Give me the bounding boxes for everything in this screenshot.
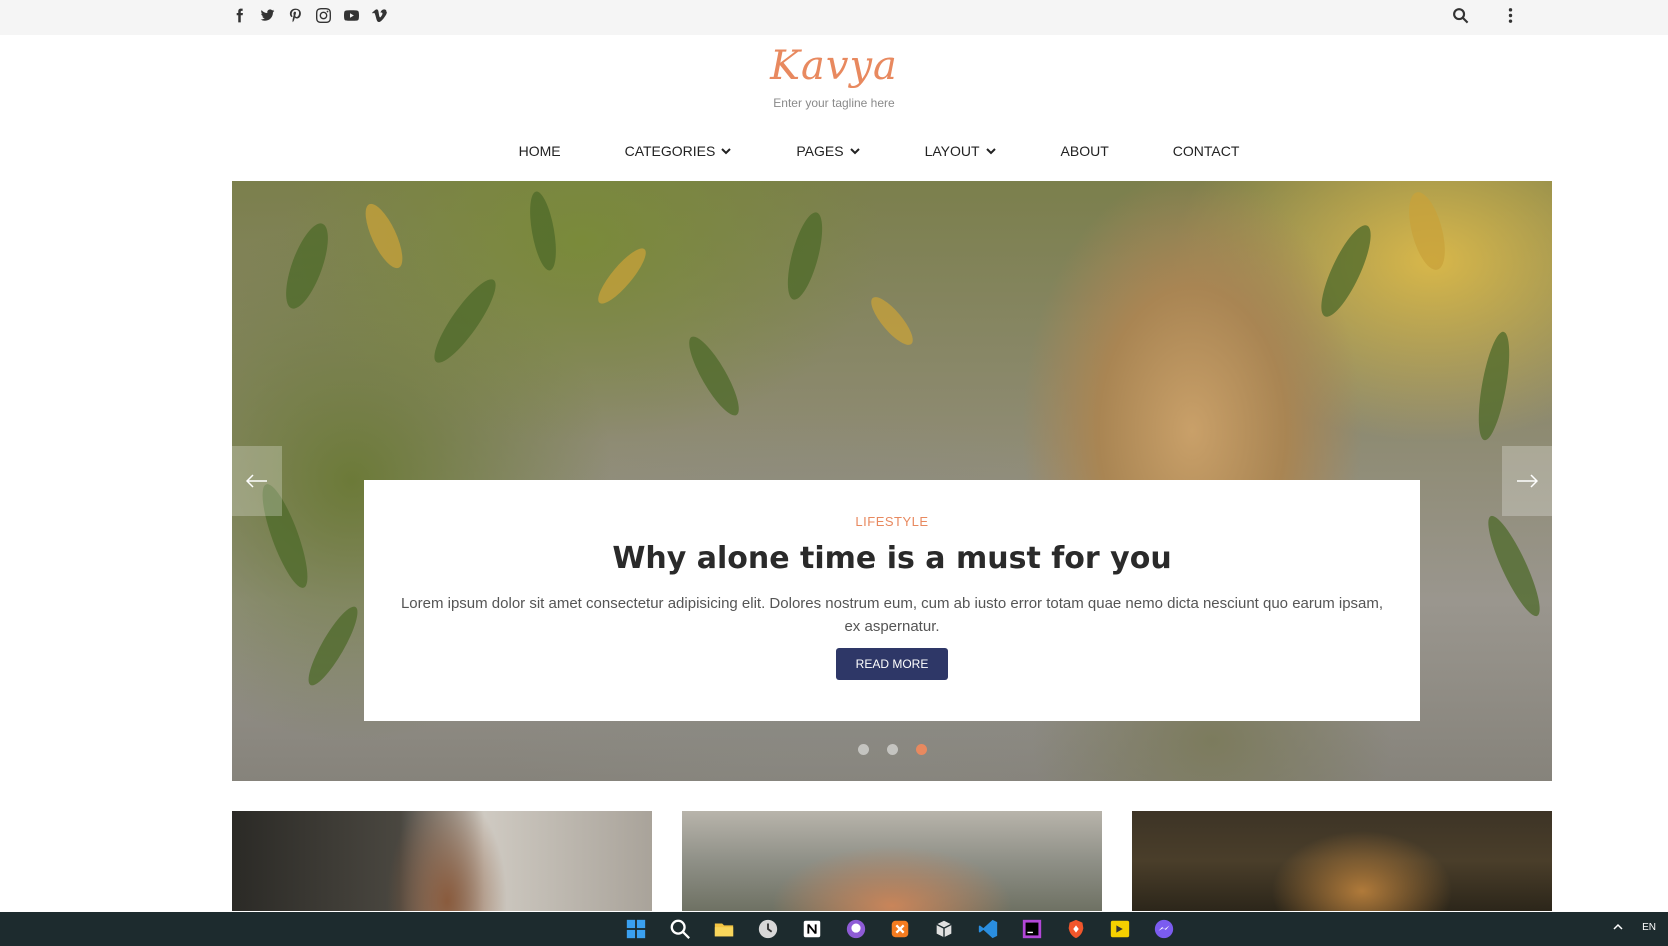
post-thumbnail[interactable] — [232, 811, 652, 911]
slider-next-button[interactable] — [1502, 446, 1552, 516]
post-thumbnail[interactable] — [1132, 811, 1552, 911]
site-branding: Kavya Enter your tagline here — [0, 40, 1668, 110]
hero-slider: LIFESTYLE Why alone time is a must for y… — [232, 181, 1552, 781]
main-navigation: HOME CATEGORIES PAGES LAYOUT ABOUT CONTA… — [0, 143, 1668, 159]
nav-item-label: LAYOUT — [924, 143, 980, 159]
youtube-icon[interactable] — [342, 6, 360, 24]
more-vertical-icon[interactable] — [1500, 5, 1520, 25]
chevron-down-icon — [985, 148, 996, 155]
top-bar — [0, 0, 1668, 35]
social-links — [230, 6, 388, 24]
nav-item-label: PAGES — [796, 143, 844, 159]
chevron-down-icon — [849, 148, 860, 155]
phpstorm-icon[interactable] — [1020, 917, 1044, 941]
post-excerpt: Lorem ipsum dolor sit amet consectetur a… — [400, 595, 1384, 635]
nav-item-label: CONTACT — [1172, 143, 1240, 159]
post-thumbnail[interactable] — [682, 811, 1102, 911]
os-taskbar: EN — [0, 912, 1668, 946]
pinterest-icon[interactable] — [286, 6, 304, 24]
slider-dot[interactable] — [886, 744, 898, 755]
hero-post-card: LIFESTYLE Why alone time is a must for y… — [364, 480, 1420, 721]
arrow-left-icon — [246, 474, 267, 488]
player-icon[interactable] — [1108, 917, 1132, 941]
instagram-icon[interactable] — [314, 6, 332, 24]
search-icon[interactable] — [668, 917, 692, 941]
twitter-icon[interactable] — [258, 6, 276, 24]
windows-start-icon[interactable] — [624, 917, 648, 941]
slider-prev-button[interactable] — [232, 446, 282, 516]
file-explorer-icon[interactable] — [712, 917, 736, 941]
messenger-icon[interactable] — [1152, 917, 1176, 941]
notion-icon[interactable] — [800, 917, 824, 941]
search-icon[interactable] — [1450, 5, 1470, 25]
box-app-icon[interactable] — [932, 917, 956, 941]
nav-item-layout[interactable]: LAYOUT — [893, 143, 1029, 159]
chevron-up-icon[interactable] — [1612, 921, 1624, 933]
nav-item-contact[interactable]: CONTACT — [1141, 143, 1272, 159]
nav-item-label: ABOUT — [1060, 143, 1109, 159]
chevron-down-icon — [721, 148, 732, 155]
nav-item-pages[interactable]: PAGES — [764, 143, 892, 159]
vimeo-icon[interactable] — [370, 6, 388, 24]
taskbar-apps — [624, 917, 1176, 941]
slider-dot[interactable] — [857, 744, 869, 755]
vscode-icon[interactable] — [976, 917, 1000, 941]
post-title[interactable]: Why alone time is a must for you — [364, 541, 1420, 576]
nav-item-home[interactable]: HOME — [487, 143, 593, 159]
post-category[interactable]: LIFESTYLE — [364, 514, 1420, 529]
nav-item-categories[interactable]: CATEGORIES — [593, 143, 765, 159]
clock-app-icon[interactable] — [756, 917, 780, 941]
nav-item-label: CATEGORIES — [624, 143, 716, 159]
slider-pagination — [232, 744, 1552, 755]
language-indicator[interactable]: EN — [1642, 922, 1656, 933]
system-tray: EN — [1612, 921, 1656, 933]
site-tagline: Enter your tagline here — [773, 96, 895, 110]
read-more-button[interactable]: READ MORE — [835, 648, 949, 680]
github-icon[interactable] — [844, 917, 868, 941]
slider-dot-active[interactable] — [915, 744, 927, 755]
arrow-right-icon — [1517, 474, 1538, 488]
xampp-icon[interactable] — [888, 917, 912, 941]
brave-icon[interactable] — [1064, 917, 1088, 941]
nav-item-label: HOME — [518, 143, 561, 159]
nav-item-about[interactable]: ABOUT — [1029, 143, 1141, 159]
facebook-icon[interactable] — [230, 6, 248, 24]
site-logo[interactable]: Kavya — [0, 40, 1668, 92]
top-bar-actions — [1450, 5, 1520, 25]
